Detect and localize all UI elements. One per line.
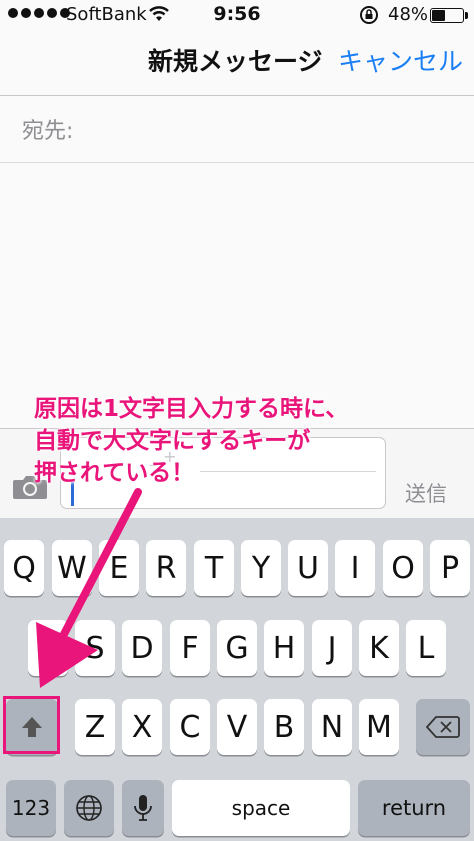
page-title: 新規メッセージ	[148, 47, 323, 76]
key-l[interactable]: L	[406, 620, 446, 676]
key-a[interactable]: A	[28, 620, 68, 676]
key-d[interactable]: D	[122, 620, 162, 676]
key-o[interactable]: O	[383, 540, 423, 596]
key-q[interactable]: Q	[4, 540, 44, 596]
shift-highlight-box	[3, 696, 60, 754]
key-x[interactable]: X	[122, 699, 162, 755]
recipient-divider	[0, 162, 474, 163]
key-s[interactable]: S	[75, 620, 115, 676]
microphone-icon	[134, 795, 152, 821]
key-j[interactable]: J	[312, 620, 352, 676]
key-m[interactable]: M	[359, 699, 399, 755]
key-p[interactable]: P	[430, 540, 470, 596]
key-c[interactable]: C	[170, 699, 210, 755]
keyboard: Q W E R T Y U I O P A S D F G H J K L Z …	[0, 518, 474, 841]
key-g[interactable]: G	[217, 620, 257, 676]
battery-percent: 48%	[388, 4, 429, 25]
key-v[interactable]: V	[217, 699, 257, 755]
recipient-label: 宛先:	[22, 119, 74, 144]
backspace-icon	[426, 716, 460, 738]
annotation-line-2: 自動で大文字にするキーが	[34, 428, 311, 454]
key-h[interactable]: H	[264, 620, 304, 676]
battery-level	[432, 10, 446, 21]
key-t[interactable]: T	[194, 540, 234, 596]
annotation-line-3: 押されている！	[34, 460, 195, 486]
cancel-button[interactable]: キャンセル	[338, 42, 463, 78]
delete-key[interactable]	[416, 699, 470, 755]
annotation-text: 原因は1文字目入力する時に、 自動で大文字にするキーが 押されている！	[34, 393, 434, 489]
key-y[interactable]: Y	[241, 540, 281, 596]
recipient-field[interactable]	[80, 100, 474, 160]
numbers-key[interactable]: 123	[6, 780, 56, 836]
key-e[interactable]: E	[99, 540, 139, 596]
rotation-lock-icon	[360, 6, 378, 24]
key-f[interactable]: F	[170, 620, 210, 676]
annotation-line-1: 原因は1文字目入力する時に、	[34, 396, 349, 422]
space-key[interactable]: space	[172, 780, 350, 836]
globe-icon	[76, 795, 102, 821]
dictation-key[interactable]	[122, 780, 164, 836]
status-bar: SoftBank 9:56 48%	[0, 0, 474, 30]
key-b[interactable]: B	[264, 699, 304, 755]
key-n[interactable]: N	[312, 699, 352, 755]
key-u[interactable]: U	[288, 540, 328, 596]
return-key[interactable]: return	[358, 780, 470, 836]
nav-divider	[0, 95, 474, 96]
key-r[interactable]: R	[146, 540, 186, 596]
battery-cap	[465, 12, 468, 19]
key-i[interactable]: I	[335, 540, 375, 596]
key-w[interactable]: W	[52, 540, 92, 596]
globe-key[interactable]	[64, 780, 114, 836]
key-k[interactable]: K	[359, 620, 399, 676]
battery-icon	[430, 8, 464, 23]
key-z[interactable]: Z	[75, 699, 115, 755]
